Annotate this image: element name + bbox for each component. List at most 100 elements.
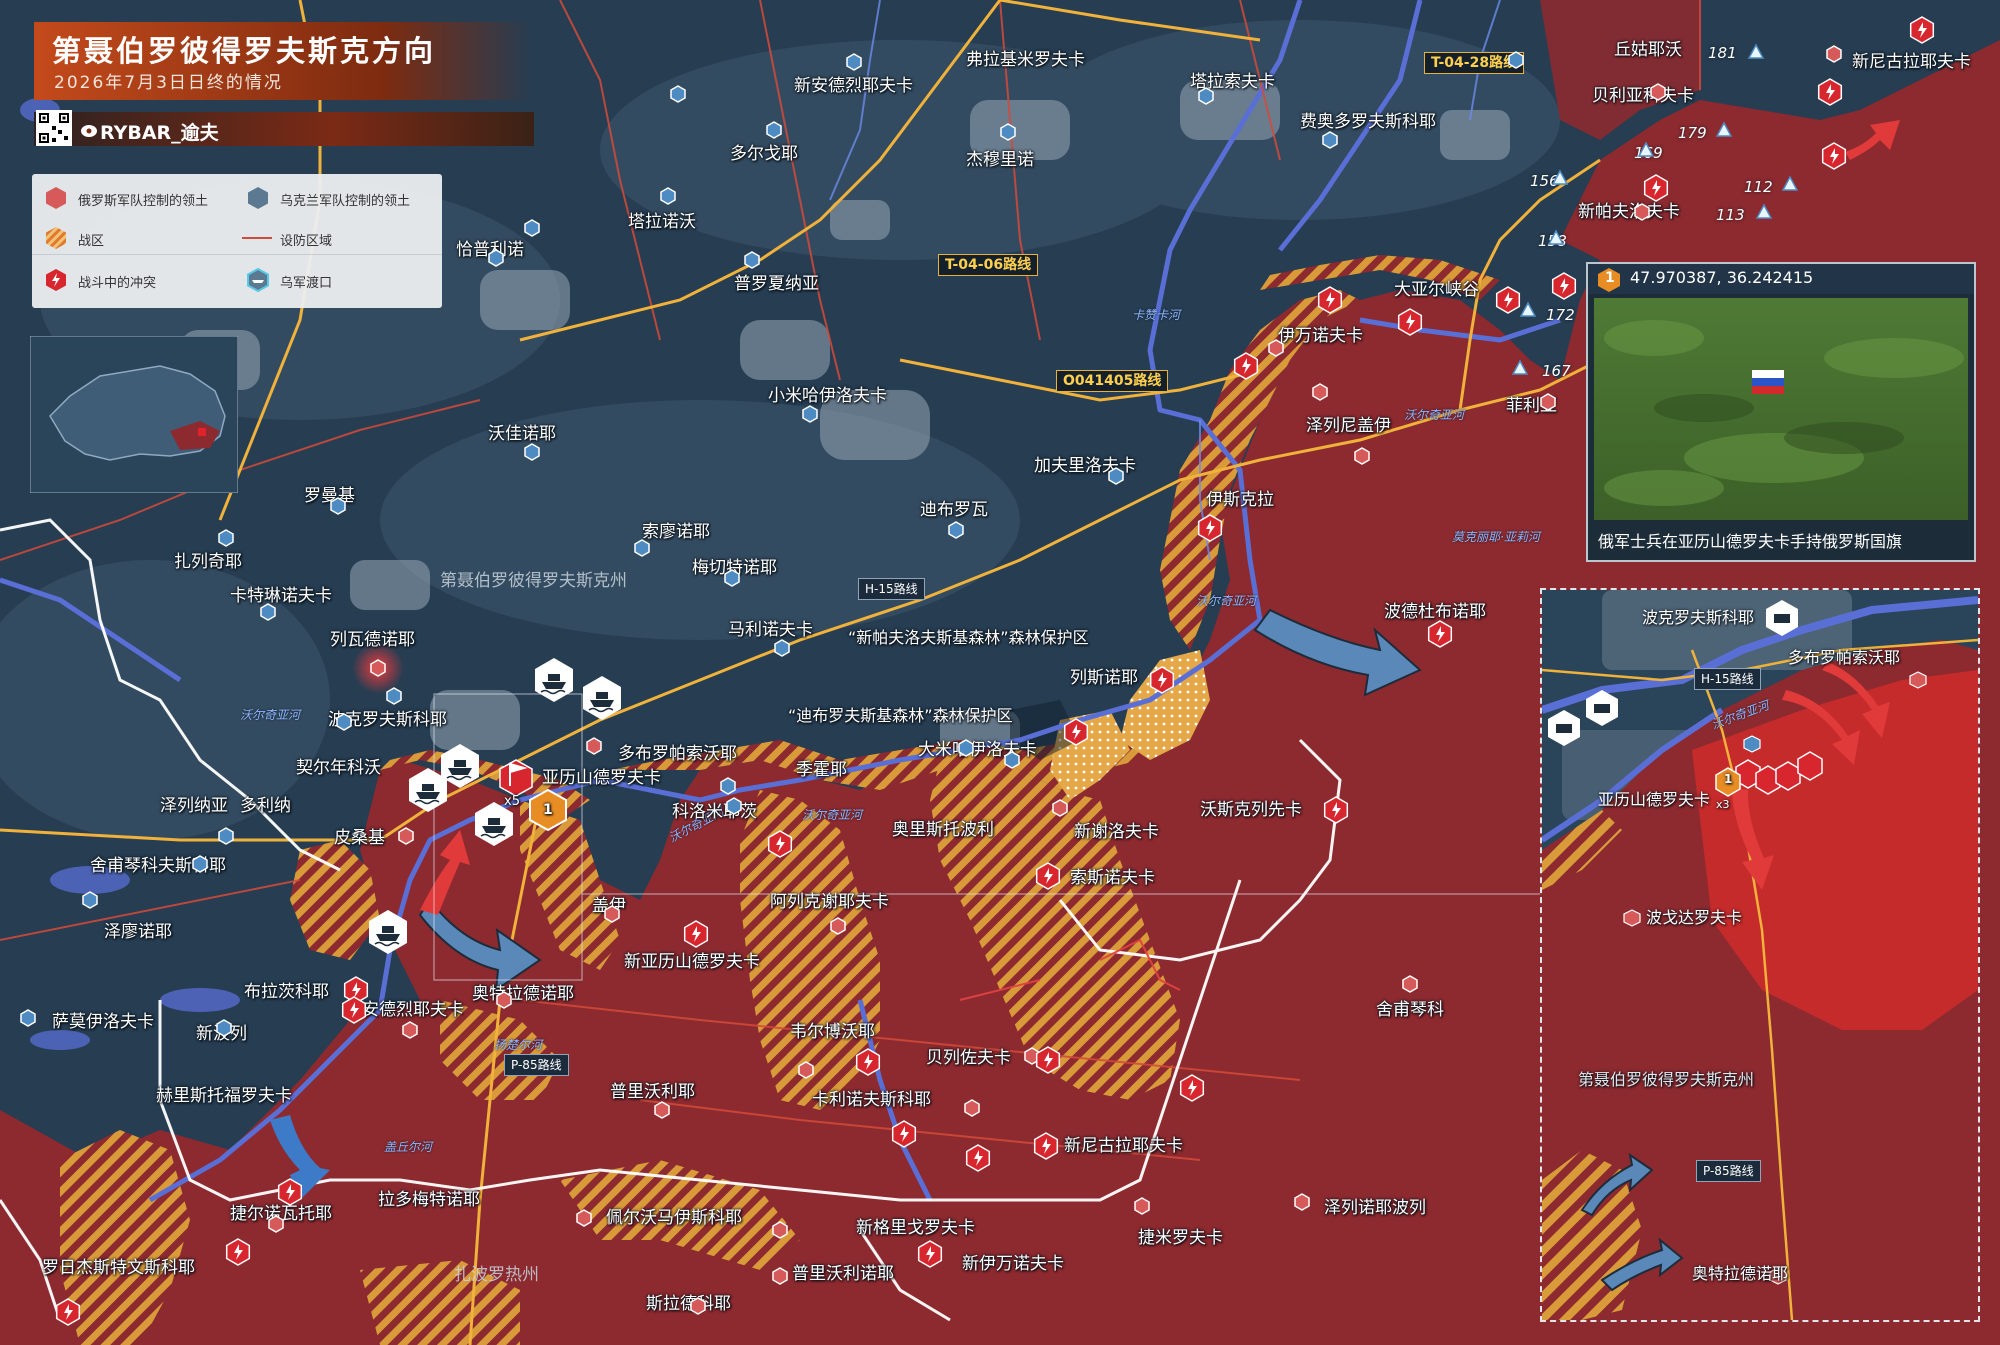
place-label: 萨莫伊洛夫卡: [52, 1012, 154, 1032]
height-label: 112: [1744, 178, 1773, 196]
legend-label-crossing: 乌军渡口: [280, 276, 333, 291]
place-label: 普罗夏纳亚: [734, 274, 819, 294]
photo-coordinates: 47.970387, 36.242415: [1630, 268, 1814, 287]
place-label: 季霍耶: [796, 760, 847, 780]
place-label: 扎列奇耶: [174, 552, 242, 572]
place-label: 捷尔诺瓦托耶: [230, 1204, 332, 1224]
place-label: 沃斯克列先卡: [1200, 800, 1302, 820]
place-label: 新波列: [196, 1024, 247, 1044]
place-label: 新尼古拉耶夫卡: [1064, 1136, 1183, 1156]
place-label: 伊斯克拉: [1206, 490, 1274, 510]
place-label: 盖伊: [592, 896, 626, 916]
river-label-woer-4: 沃尔奇亚河: [802, 808, 863, 822]
zoom-label-yalishan: 亚历山德罗夫卡: [1598, 790, 1711, 809]
place-label: 捷米罗夫卡: [1138, 1228, 1223, 1248]
road-tag-p85: P-85路线: [504, 1054, 569, 1076]
place-label: 马利诺夫卡: [728, 620, 813, 640]
place-label: 奥里斯托波利: [892, 820, 994, 840]
place-label: 恰普利诺: [456, 240, 524, 260]
photo-image: [1594, 298, 1968, 520]
place-label: 新谢洛夫卡: [1074, 822, 1159, 842]
map-view[interactable]: 第聂伯罗彼得罗夫斯克方向 2026年7月3日日终的情况 RYBAR_逾夫 俄罗斯…: [0, 0, 2000, 1345]
height-label: 167: [1542, 362, 1571, 380]
place-label: 亚历山德罗夫卡: [542, 768, 661, 788]
place-label: 梅切特诺耶: [692, 558, 777, 578]
legend-label-russian: 俄罗斯军队控制的领土: [78, 194, 209, 209]
height-label: 158: [1538, 232, 1567, 250]
zoom-road-h15: H-15路线: [1694, 668, 1761, 690]
place-label: 韦尔博沃耶: [790, 1022, 875, 1042]
place-label: 大亚尔峡谷: [1394, 280, 1479, 300]
place-label: 奥特拉德诺耶: [472, 984, 574, 1004]
ukrainian-territory-icon: [248, 187, 268, 209]
place-label: 新亚历山德罗夫卡: [624, 952, 760, 972]
place-label: 舍甫琴科夫斯科耶: [90, 856, 226, 876]
place-label: 泽列尼盖伊: [1306, 416, 1391, 436]
place-label: 普里沃利耶: [610, 1082, 695, 1102]
height-label: 169: [1634, 144, 1663, 162]
height-label: 179: [1678, 124, 1707, 142]
place-label: 弗拉基米罗夫卡: [966, 50, 1085, 70]
place-label: 小米哈伊洛夫卡: [768, 386, 887, 406]
river-label-molinyeya: 莫克丽耶·亚莉河: [1452, 530, 1540, 544]
forest-label-1: “新帕夫洛夫斯基森林”森林保护区: [848, 628, 1089, 647]
zoom-label-bokeluo: 波克罗夫斯科耶: [1642, 608, 1755, 627]
overview-map: [30, 336, 238, 493]
legend-label-clash: 战斗中的冲突: [78, 276, 157, 291]
photo-caption: 俄军士兵在亚历山德罗夫卡手持俄罗斯国旗: [1598, 532, 1903, 551]
place-label: 佩尔沃马伊斯科耶: [606, 1208, 742, 1228]
fortified-line-icon: [242, 237, 272, 239]
legend-label-combat: 战区: [78, 234, 105, 249]
place-label: 菲利亚: [1506, 396, 1557, 416]
place-label: 泽列纳亚: [160, 796, 228, 816]
main-badge-number: 1: [543, 802, 553, 818]
place-label: 索廖诺耶: [642, 522, 710, 542]
photo-inset[interactable]: 1 47.970387, 36.242415 俄军士兵在亚历山德罗夫卡手持俄罗斯…: [1586, 262, 1976, 562]
place-label: 多利纳: [240, 796, 291, 816]
place-label: 安德烈耶夫卡: [362, 1000, 464, 1020]
road-tag-o041405: O041405路线: [1056, 370, 1169, 392]
crossing-icon: [247, 268, 269, 292]
road-tag-t0428: T-04-28路线: [1424, 52, 1525, 74]
place-label: 塔拉索夫卡: [1190, 72, 1275, 92]
place-label: 多尔戈耶: [730, 144, 798, 164]
river-label-gaiqiu: 盖丘尔河: [384, 1140, 433, 1154]
place-label: 沃佳诺耶: [488, 424, 556, 444]
brand-name: RYBAR_逾夫: [100, 122, 219, 144]
place-label: 拉多梅特诺耶: [378, 1190, 480, 1210]
road-tag-t0406: T-04-06路线: [938, 254, 1039, 276]
zoom-road-p85: P-85路线: [1696, 1160, 1761, 1182]
river-label-yangchu: 扬楚尔河: [494, 1038, 543, 1052]
region-label-dnipro: 第聂伯罗彼得罗夫斯克州: [440, 571, 627, 591]
place-label: 波克罗夫斯科耶: [328, 710, 447, 730]
zoom-inset[interactable]: 波克罗夫斯科耶 多布罗帕索沃耶 亚历山德罗夫卡 波戈达罗夫卡 奥特拉德诺耶 第聂…: [1540, 588, 1980, 1322]
place-label: 列瓦德诺耶: [330, 630, 415, 650]
russian-territory-icon: [46, 187, 66, 209]
river-label-woer-2: 沃尔奇亚河: [1196, 594, 1257, 608]
place-label: 加夫里洛夫卡: [1034, 456, 1136, 476]
combat-zone-icon: [46, 227, 66, 249]
page-subtitle: 2026年7月3日日终的情况: [54, 73, 283, 93]
river-label-woer-3: 沃尔奇亚河: [240, 708, 301, 722]
place-label: 泽廖诺耶: [104, 922, 172, 942]
height-label: 113: [1716, 206, 1745, 224]
height-label: 172: [1546, 306, 1575, 324]
place-label: 波德杜布诺耶: [1384, 602, 1486, 622]
place-label: 卡利诺夫斯科耶: [812, 1090, 931, 1110]
place-label: 杰穆里诺: [966, 150, 1034, 170]
height-label: 181: [1708, 44, 1737, 62]
place-label: 大米哈伊洛夫卡: [918, 740, 1037, 760]
place-label: 新帕夫洛夫卡: [1578, 202, 1680, 222]
place-label: 泽列诺耶波列: [1324, 1198, 1426, 1218]
zoom-multiplier: x3: [1716, 798, 1730, 811]
place-label: 费奥多罗夫斯科耶: [1300, 112, 1436, 132]
page-title: 第聂伯罗彼得罗夫斯克方向: [52, 34, 437, 68]
zoom-label-bogeda: 波戈达罗夫卡: [1646, 908, 1743, 927]
weibo-icon: [81, 125, 97, 137]
place-label: 布拉茨科耶: [244, 982, 329, 1002]
legend-label-ukrainian: 乌克兰军队控制的领土: [280, 194, 411, 209]
zoom-label-aotelade: 奥特拉德诺耶: [1692, 1264, 1789, 1283]
zoom-label-duobuluo: 多布罗帕索沃耶: [1788, 648, 1901, 667]
forest-label-2: “迪布罗夫斯基森林”森林保护区: [788, 706, 1013, 725]
place-label: 契尔年科沃: [296, 758, 381, 778]
